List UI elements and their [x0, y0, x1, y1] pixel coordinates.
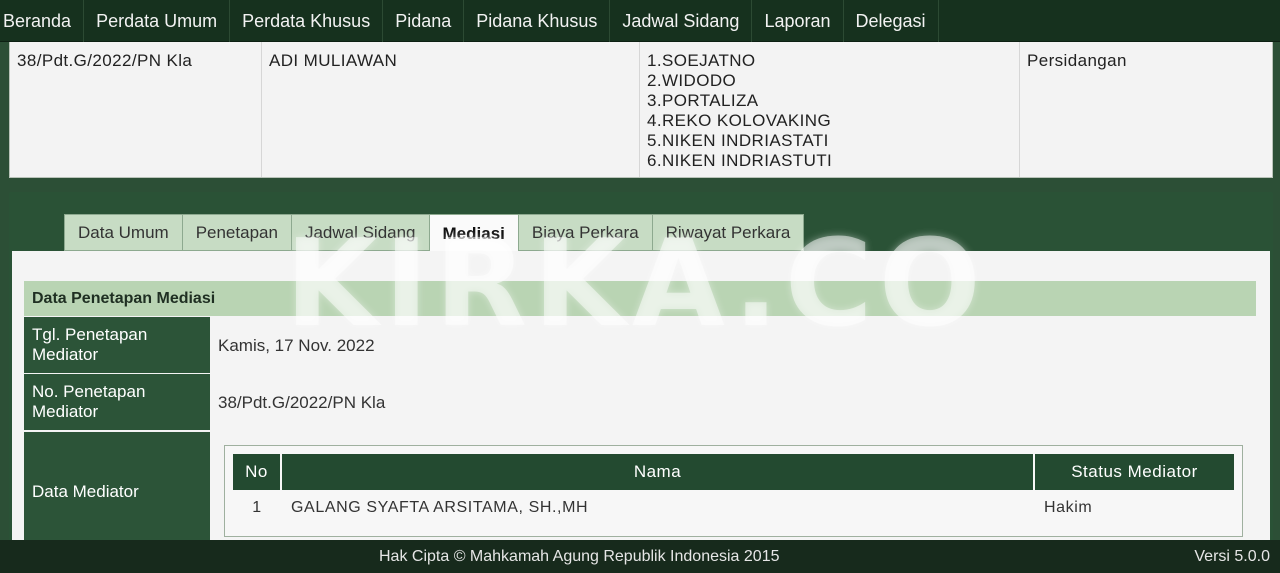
case-status: Persidangan	[1027, 51, 1127, 70]
case-judges: 1.SOEJATNO 2.WIDODO 3.PORTALIZA 4.REKO K…	[640, 42, 1020, 177]
nav-pidana[interactable]: Pidana	[383, 0, 465, 42]
case-summary-panel: 38/Pdt.G/2022/PN Kla ADI MULIAWAN 1.SOEJ…	[9, 42, 1273, 178]
field-label: Data Mediator	[24, 432, 210, 552]
mediator-table: No Nama Status Mediator 1 GALANG SYAFTA …	[233, 454, 1234, 526]
section-title: Data Penetapan Mediasi	[24, 281, 1256, 316]
column-header-status: Status Mediator	[1033, 454, 1234, 490]
judge-item: 5.NIKEN INDRIASTATI	[647, 131, 829, 150]
judge-item: 6.NIKEN INDRIASTUTI	[647, 151, 833, 170]
cell-status: Hakim	[1044, 499, 1093, 516]
mediasi-content: Data Penetapan Mediasi Tgl. Penetapan Me…	[12, 251, 1270, 552]
column-header-nama: Nama	[280, 454, 1034, 490]
tab-jadwal-sidang[interactable]: Jadwal Sidang	[290, 214, 429, 251]
field-row-no-penetapan: No. Penetapan Mediator 38/Pdt.G/2022/PN …	[24, 374, 1256, 431]
case-row: 38/Pdt.G/2022/PN Kla ADI MULIAWAN 1.SOEJ…	[10, 42, 1272, 177]
field-value: Kamis, 17 Nov. 2022	[218, 335, 375, 355]
tab-data-umum[interactable]: Data Umum	[64, 214, 182, 251]
field-value: 38/Pdt.G/2022/PN Kla	[218, 392, 386, 412]
nav-laporan[interactable]: Laporan	[752, 0, 844, 42]
nav-perdata-khusus[interactable]: Perdata Khusus	[230, 0, 384, 42]
field-label: No. Penetapan Mediator	[24, 374, 210, 431]
case-number: 38/Pdt.G/2022/PN Kla	[10, 42, 262, 177]
nav-jadwal-sidang[interactable]: Jadwal Sidang	[610, 0, 753, 42]
table-row: 1 GALANG SYAFTA ARSITAMA, SH.,MH Hakim	[233, 490, 1234, 526]
tab-penetapan[interactable]: Penetapan	[181, 214, 291, 251]
cell-no: 1	[252, 499, 262, 516]
detail-tabs: Data Umum Penetapan Jadwal Sidang Medias…	[64, 214, 805, 253]
copyright-text: Hak Cipta © Mahkamah Agung Republik Indo…	[379, 548, 780, 565]
field-label: Tgl. Penetapan Mediator	[24, 317, 210, 374]
judge-item: 3.PORTALIZA	[647, 91, 759, 110]
column-header-no: No	[233, 454, 281, 490]
tab-mediasi[interactable]: Mediasi	[428, 214, 518, 253]
case-detail-panel: Data Umum Penetapan Jadwal Sidang Medias…	[9, 192, 1273, 552]
nav-beranda[interactable]: Beranda	[0, 0, 85, 42]
tab-biaya-perkara[interactable]: Biaya Perkara	[517, 214, 652, 251]
table-header-row: No Nama Status Mediator	[233, 454, 1234, 490]
footer: Hak Cipta © Mahkamah Agung Republik Indo…	[0, 540, 1280, 573]
cell-nama: GALANG SYAFTA ARSITAMA, SH.,MH	[291, 499, 589, 516]
top-navigation: Beranda Perdata Umum Perdata Khusus Pida…	[0, 0, 1280, 42]
judge-item: 1.SOEJATNO	[647, 51, 756, 70]
judge-item: 4.REKO KOLOVAKING	[647, 111, 832, 130]
nav-delegasi[interactable]: Delegasi	[844, 0, 939, 42]
tab-riwayat-perkara[interactable]: Riwayat Perkara	[651, 214, 805, 251]
field-row-tgl-penetapan: Tgl. Penetapan Mediator Kamis, 17 Nov. 2…	[24, 317, 1256, 374]
case-party: ADI MULIAWAN	[262, 42, 640, 177]
judge-item: 2.WIDODO	[647, 71, 737, 90]
nav-perdata-umum[interactable]: Perdata Umum	[84, 0, 231, 42]
nav-pidana-khusus[interactable]: Pidana Khusus	[464, 0, 611, 42]
mediator-table-box: No Nama Status Mediator 1 GALANG SYAFTA …	[224, 445, 1243, 537]
version-text: Versi 5.0.0	[1194, 548, 1270, 565]
